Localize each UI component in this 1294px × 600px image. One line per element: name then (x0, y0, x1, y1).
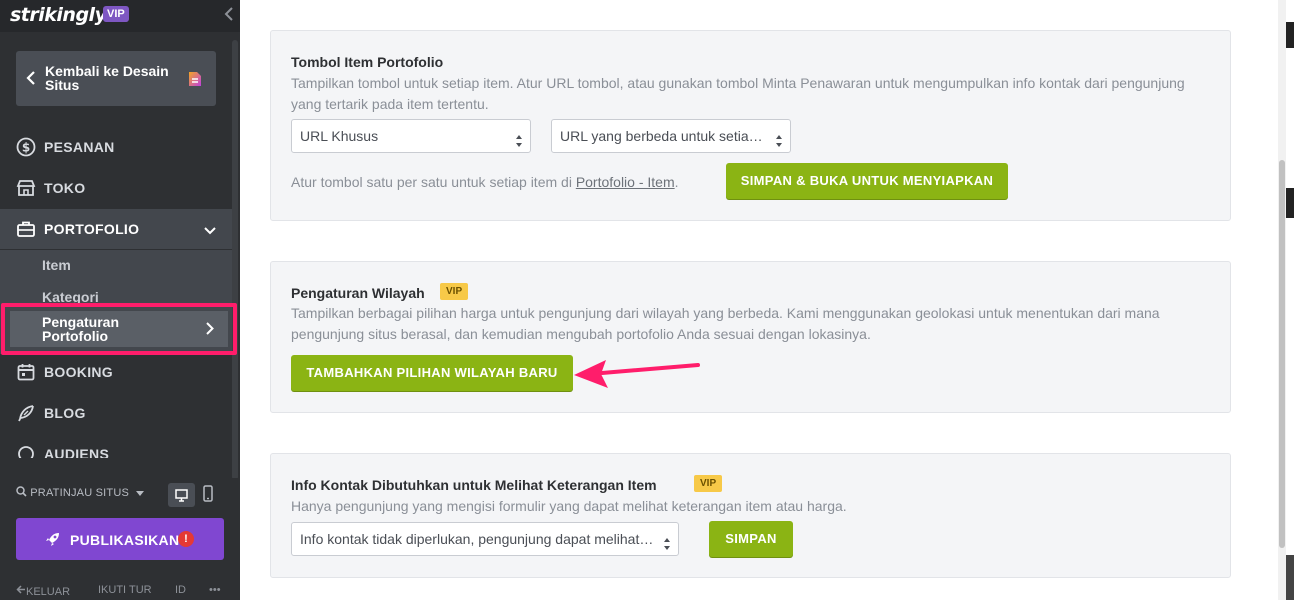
edge-block (1286, 555, 1294, 600)
select-value: Info kontak tidak diperlukan, pengunjung… (300, 531, 678, 547)
scrollbar-thumb[interactable] (1279, 160, 1285, 548)
collapse-sidebar-icon[interactable] (224, 6, 238, 24)
mobile-preview-button[interactable] (202, 485, 214, 508)
sidebar-item-label: BOOKING (44, 364, 113, 380)
alert-icon: ! (178, 531, 194, 547)
back-to-site-design-button[interactable]: Kembali ke Desain Situs (16, 51, 216, 106)
calendar-icon (16, 362, 36, 382)
vip-tag: VIP (694, 475, 723, 492)
vip-badge: VIP (103, 6, 129, 22)
sidebar-header: strikingly VIP (0, 0, 240, 32)
save-button[interactable]: SIMPAN (709, 521, 793, 557)
card-description: Tampilkan berbagai pilihan harga untuk p… (291, 305, 1160, 342)
sidebar: strikingly VIP Kembali ke Desain Situs $… (0, 0, 240, 600)
sidebar-item-audiens[interactable]: AUDIENS (0, 434, 232, 458)
card-description: Hanya pengunjung yang mengisi formulir y… (291, 498, 847, 514)
helper-text: Atur tombol satu per satu untuk setiap i… (291, 174, 679, 190)
card-description: Tampilkan tombol untuk setiap item. Atur… (291, 75, 1185, 112)
main-scrollbar[interactable] (1278, 0, 1286, 600)
sidebar-item-booking[interactable]: BOOKING (0, 352, 232, 392)
store-icon (16, 178, 36, 198)
card-title: Pengaturan Wilayah (291, 285, 425, 301)
save-and-open-button[interactable]: SIMPAN & BUKA UNTUK MENYIAPKAN (726, 163, 1008, 199)
sidebar-item-toko[interactable]: TOKO (0, 168, 232, 208)
sidebar-item-pesanan[interactable]: $ PESANAN (0, 127, 232, 167)
submenu-item-item[interactable]: Item (42, 257, 71, 273)
feather-pen-icon (16, 403, 36, 423)
edge-block (1286, 188, 1294, 218)
sidebar-item-portofolio[interactable]: PORTOFOLIO (0, 209, 232, 249)
rocket-icon (44, 530, 62, 553)
card-title: Info Kontak Dibutuhkan untuk Melihat Ket… (291, 477, 657, 493)
sidebar-item-label: PORTOFOLIO (44, 221, 140, 237)
card-title: Tombol Item Portofolio (291, 54, 444, 70)
sidebar-scrollbar[interactable] (232, 40, 238, 480)
desktop-preview-button[interactable] (168, 483, 195, 507)
sidebar-item-blog[interactable]: BLOG (0, 393, 232, 433)
url-mode-select[interactable]: URL yang berbeda untuk setiap item (551, 119, 791, 153)
language-link[interactable]: ID (175, 584, 186, 596)
add-region-button[interactable]: TAMBAHKAN PILIHAN WILAYAH BARU (291, 355, 573, 391)
portfolio-item-link[interactable]: Portofolio - Item (576, 174, 675, 190)
helper-prefix: Atur tombol satu per satu untuk setiap i… (291, 174, 576, 190)
select-arrows-icon (775, 128, 783, 147)
publish-button[interactable]: PUBLIKASIKAN ! (16, 518, 224, 560)
helper-suffix: . (674, 174, 679, 190)
caret-down-icon (136, 487, 145, 499)
card-region-settings: Pengaturan Wilayah VIP Tampilkan berbaga… (270, 261, 1231, 413)
highlight-annotation-box (1, 303, 237, 355)
briefcase-icon (16, 219, 36, 239)
button-type-select[interactable]: URL Khusus (291, 119, 531, 153)
audience-icon (16, 444, 36, 458)
pointer-arrow-annotation (574, 360, 700, 388)
select-arrows-icon (663, 531, 671, 550)
preview-label: PRATINJAU SITUS (30, 487, 130, 499)
page-icon (188, 71, 202, 92)
background-window-edge (1286, 0, 1294, 600)
select-value: URL Khusus (300, 128, 379, 144)
contact-requirement-select[interactable]: Info kontak tidak diperlukan, pengunjung… (291, 522, 679, 556)
search-icon (16, 486, 30, 499)
back-button-label: Kembali ke Desain Situs (45, 63, 169, 93)
strikingly-logo[interactable]: strikingly (10, 4, 107, 26)
sidebar-item-label: BLOG (44, 405, 86, 421)
sidebar-item-label: PESANAN (44, 139, 115, 155)
svg-text:$: $ (22, 141, 30, 155)
chevron-left-icon (26, 71, 36, 90)
select-value: URL yang berbeda untuk setiap item (560, 128, 787, 144)
chevron-down-icon (204, 223, 216, 241)
publish-label: PUBLIKASIKAN (70, 532, 180, 548)
vip-tag: VIP (440, 283, 469, 300)
more-options-icon[interactable]: ••• (209, 584, 221, 596)
sidebar-footer: KELUAR IKUTI TUR ID ••• (0, 582, 240, 600)
arrow-left-icon (16, 585, 25, 594)
preview-site-dropdown[interactable]: PRATINJAU SITUS (16, 486, 145, 499)
card-portfolio-item-button: Tombol Item Portofolio Tampilkan tombol … (270, 30, 1231, 221)
dollar-circle-icon: $ (16, 137, 36, 157)
logout-label: KELUAR (26, 586, 71, 598)
edge-block (1286, 22, 1294, 48)
take-tour-link[interactable]: IKUTI TUR (98, 584, 152, 596)
select-arrows-icon (515, 128, 523, 147)
sidebar-item-label: TOKO (44, 180, 86, 196)
card-contact-info-required: Info Kontak Dibutuhkan untuk Melihat Ket… (270, 453, 1231, 578)
sidebar-item-label: AUDIENS (44, 446, 110, 458)
logout-link[interactable]: KELUAR (16, 584, 70, 598)
main-content: Tombol Item Portofolio Tampilkan tombol … (240, 0, 1284, 600)
